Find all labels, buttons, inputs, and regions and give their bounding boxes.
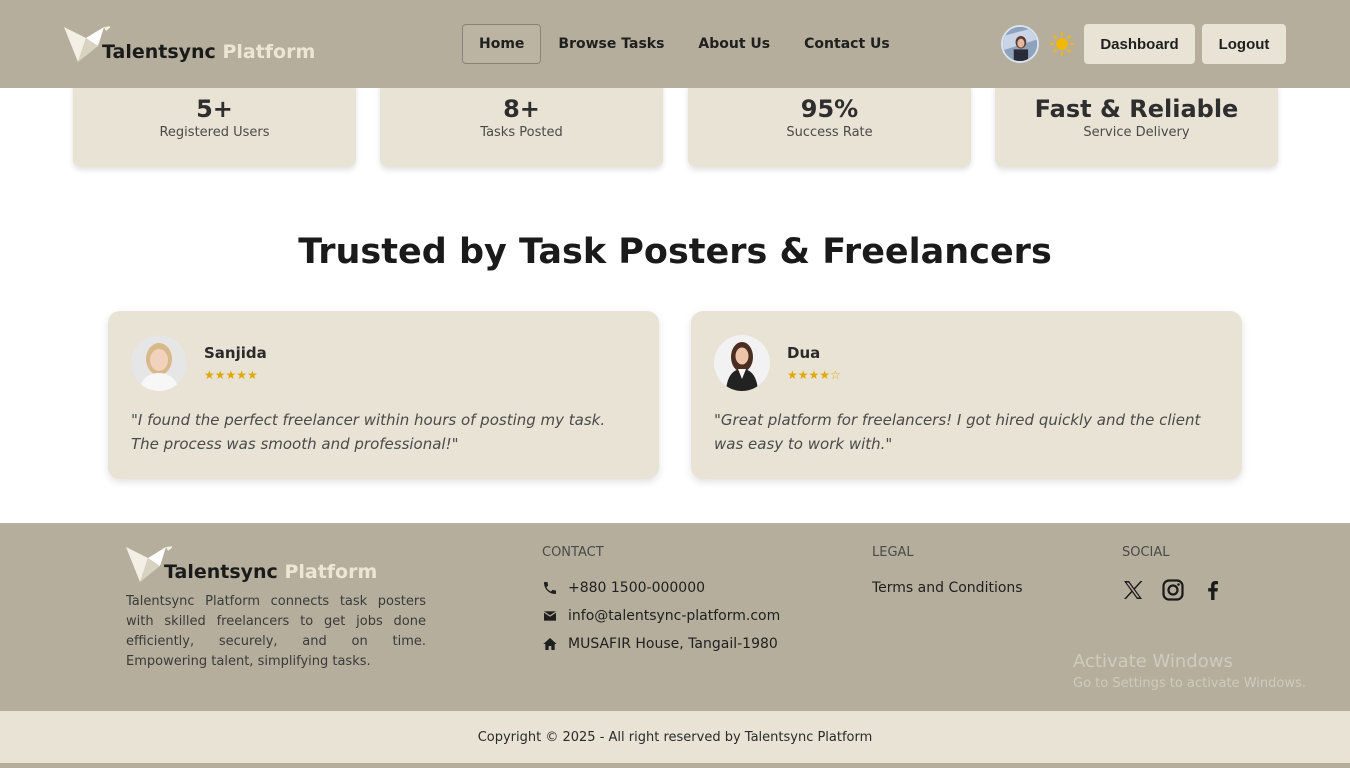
user-avatar[interactable] [1001, 25, 1039, 63]
avatar [131, 335, 187, 391]
contact-address-text: MUSAFIR House, Tangail-1980 [568, 636, 778, 652]
stat-value: 5+ [196, 95, 233, 123]
watermark-subtitle: Go to Settings to activate Windows. [1073, 676, 1306, 691]
bottom-divider [0, 763, 1350, 768]
legal-heading: LEGAL [872, 545, 914, 560]
contact-email[interactable]: info@talentsync-platform.com [542, 608, 780, 624]
dashboard-button[interactable]: Dashboard [1084, 24, 1195, 64]
x-icon[interactable] [1121, 578, 1145, 602]
testimonial-card: Dua ★★★★☆ "Great platform for freelancer… [691, 311, 1242, 479]
stat-value: 95% [800, 95, 859, 123]
contact-phone[interactable]: +880 1500-000000 [542, 580, 705, 596]
testimonial-card: Sanjida ★★★★★ "I found the perfect freel… [108, 311, 659, 479]
stat-card-success: 95% Success Rate [688, 84, 971, 167]
testimonial-quote: "Great platform for freelancers! I got h… [714, 411, 1201, 453]
stat-card-users: 5+ Registered Users [73, 84, 356, 167]
footer: Talentsync Platform Talentsync Platform … [0, 523, 1350, 711]
navbar: Talentsync Platform Home Browse Tasks Ab… [0, 0, 1350, 88]
nav-link-about-us[interactable]: About Us [681, 24, 787, 64]
stat-label: Tasks Posted [480, 125, 563, 140]
phone-icon [544, 582, 556, 594]
stat-value: Fast & Reliable [1034, 95, 1239, 123]
star-rating-icon: ★★★★☆ [787, 368, 841, 382]
brand-logo[interactable]: Talentsync Platform [64, 24, 315, 64]
nav-link-browse-tasks[interactable]: Browse Tasks [541, 24, 681, 64]
facebook-icon[interactable] [1201, 578, 1225, 602]
testimonial-quote: "I found the perfect freelancer within h… [131, 411, 606, 453]
sun-icon[interactable] [1050, 32, 1074, 56]
contact-heading: CONTACT [542, 545, 604, 560]
brand-name: Talentsync Platform [164, 561, 378, 583]
footer-brand-logo[interactable]: Talentsync Platform [126, 544, 377, 584]
copyright-bar: Copyright © 2025 - All right reserved by… [0, 711, 1350, 763]
nav-link-contact-us[interactable]: Contact Us [787, 24, 907, 64]
stat-card-tasks: 8+ Tasks Posted [380, 84, 663, 167]
avatar [714, 335, 770, 391]
stat-label: Service Delivery [1083, 125, 1190, 140]
mail-icon [543, 611, 557, 621]
stat-card-delivery: Fast & Reliable Service Delivery [995, 84, 1278, 167]
star-rating-icon: ★★★★★ [204, 368, 258, 382]
stat-value: 8+ [503, 95, 540, 123]
social-heading: SOCIAL [1122, 545, 1170, 560]
footer-description: Talentsync Platform connects task poster… [126, 594, 426, 669]
instagram-icon[interactable] [1161, 578, 1185, 602]
brand-name: Talentsync Platform [102, 41, 316, 63]
contact-email-text: info@talentsync-platform.com [568, 608, 781, 624]
nav-link-home[interactable]: Home [462, 24, 542, 64]
stat-label: Success Rate [786, 125, 873, 140]
home-icon [543, 638, 557, 650]
stat-label: Registered Users [159, 125, 270, 140]
main-nav: Home Browse Tasks About Us Contact Us [462, 24, 907, 64]
copyright-text: Copyright © 2025 - All right reserved by… [477, 729, 873, 745]
logout-button[interactable]: Logout [1202, 24, 1286, 64]
testimonial-name: Sanjida [204, 344, 267, 362]
contact-address: MUSAFIR House, Tangail-1980 [542, 636, 778, 652]
contact-phone-text: +880 1500-000000 [568, 580, 706, 596]
terms-link[interactable]: Terms and Conditions [872, 580, 1023, 596]
watermark-title: Activate Windows [1073, 651, 1233, 672]
testimonials-title: Trusted by Task Posters & Freelancers [298, 232, 1052, 272]
testimonial-name: Dua [787, 344, 821, 362]
